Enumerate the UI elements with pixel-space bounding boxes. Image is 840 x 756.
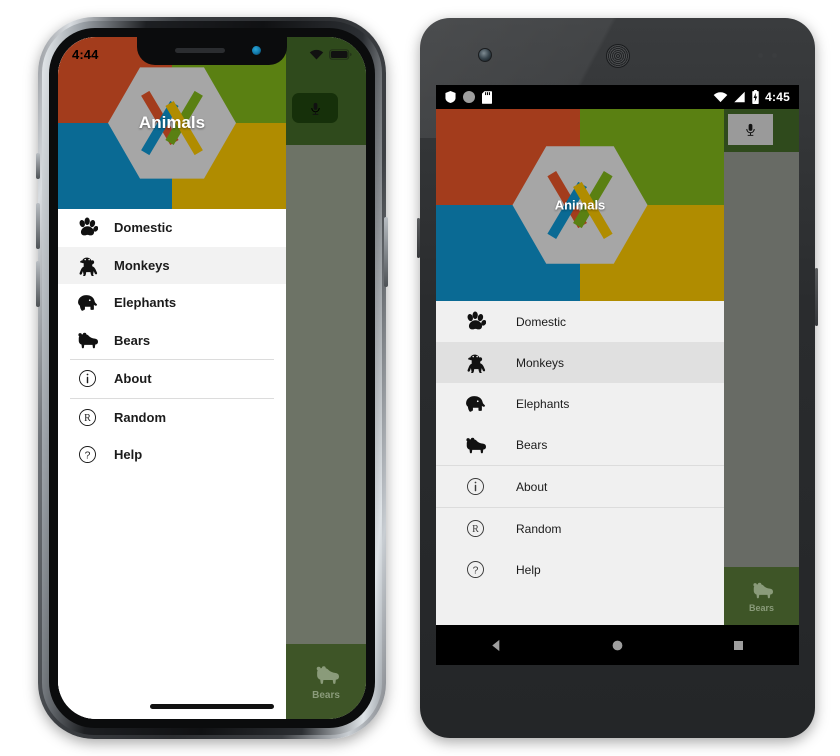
proximity-sensor-icon <box>758 53 763 58</box>
ios-content-strip: Bears <box>286 37 366 719</box>
ios-volume-down-button[interactable] <box>36 261 40 307</box>
r-circle-icon <box>72 406 102 428</box>
menu-item-domestic[interactable]: Domestic <box>58 209 286 247</box>
bear-icon <box>72 329 102 351</box>
question-circle-icon <box>458 558 492 582</box>
menu-item-about[interactable]: About <box>436 466 724 507</box>
bear-icon <box>458 433 492 457</box>
paw-icon <box>72 217 102 239</box>
android-device: 4:45 Animals Domestic Monkeys Elephants … <box>417 18 818 738</box>
menu-item-about[interactable]: About <box>58 360 286 398</box>
ios-mute-switch[interactable] <box>36 153 40 179</box>
android-volume-button[interactable] <box>417 218 420 258</box>
tab-label: Bears <box>312 690 340 701</box>
ios-app-body: Animals Domestic Monkeys Elephants Bears… <box>58 37 366 719</box>
ios-drawer-scrim[interactable] <box>286 145 366 644</box>
menu-item-bears[interactable]: Bears <box>58 321 286 359</box>
android-status-bar: 4:45 <box>436 85 799 109</box>
menu-item-label: Help <box>114 447 143 463</box>
ios-menu-list: Domestic Monkeys Elephants Bears About R… <box>58 209 286 474</box>
menu-item-label: Help <box>516 562 541 577</box>
microphone-icon[interactable] <box>292 93 338 123</box>
android-app-body: Animals Domestic Monkeys Elephants Bears… <box>436 109 799 625</box>
r-circle-icon <box>458 517 492 541</box>
square-recents-icon[interactable] <box>731 638 746 653</box>
ios-power-button[interactable] <box>384 217 388 287</box>
triangle-back-icon[interactable] <box>489 638 504 653</box>
menu-item-bears[interactable]: Bears <box>436 424 724 465</box>
circle-icon <box>463 91 475 103</box>
tab-label: Bears <box>748 603 775 613</box>
menu-item-help[interactable]: Help <box>58 436 286 474</box>
signal-icon <box>733 91 746 103</box>
menu-item-monkeys[interactable]: Monkeys <box>436 342 724 383</box>
menu-item-random[interactable]: Random <box>436 508 724 549</box>
android-menu-list: Domestic Monkeys Elephants Bears About R… <box>436 301 724 590</box>
sd-card-icon <box>482 91 492 104</box>
menu-item-label: About <box>114 371 152 387</box>
earpiece-speaker-icon <box>605 44 630 68</box>
android-drawer-header: Animals <box>436 109 724 301</box>
ios-device: Animals Domestic Monkeys Elephants Bears… <box>36 17 388 739</box>
menu-item-elephants[interactable]: Elephants <box>58 284 286 322</box>
android-drawer-scrim[interactable] <box>724 152 799 567</box>
home-indicator[interactable] <box>150 704 274 709</box>
bear-icon <box>751 579 773 601</box>
menu-item-label: Bears <box>516 437 548 452</box>
circle-home-icon[interactable] <box>610 638 625 653</box>
screenshot-stage: Animals Domestic Monkeys Elephants Bears… <box>0 0 840 756</box>
drawer-title: Animals <box>138 113 206 132</box>
shield-icon <box>445 91 456 103</box>
drawer-title: Animals <box>554 197 606 213</box>
ios-navigation-drawer: Animals Domestic Monkeys Elephants Bears… <box>58 37 286 719</box>
ambient-light-sensor-icon <box>772 53 777 58</box>
android-power-button[interactable] <box>815 268 818 326</box>
ios-volume-up-button[interactable] <box>36 203 40 249</box>
android-status-time: 4:45 <box>765 90 790 104</box>
menu-item-label: Monkeys <box>114 257 170 273</box>
menu-item-label: Bears <box>114 332 151 348</box>
menu-item-label: Elephants <box>516 396 570 411</box>
android-app-root: Animals Domestic Monkeys Elephants Bears… <box>436 109 799 625</box>
android-navigation-drawer: Animals Domestic Monkeys Elephants Bears… <box>436 109 724 625</box>
android-content-strip: Bears <box>724 109 799 625</box>
bear-icon <box>314 662 339 687</box>
ios-screen: Animals Domestic Monkeys Elephants Bears… <box>58 37 366 719</box>
menu-item-label: Domestic <box>516 314 567 329</box>
menu-item-elephants[interactable]: Elephants <box>436 383 724 424</box>
menu-item-help[interactable]: Help <box>436 549 724 590</box>
menu-item-label: Random <box>516 521 562 536</box>
elephant-icon <box>72 292 102 314</box>
ios-notch <box>137 37 287 65</box>
paw-icon <box>458 310 492 334</box>
wifi-icon <box>713 91 728 103</box>
menu-item-domestic[interactable]: Domestic <box>436 301 724 342</box>
front-camera-icon <box>478 48 492 62</box>
menu-item-label: About <box>516 479 548 494</box>
info-circle-icon <box>458 475 492 499</box>
ios-content-toolbar <box>286 37 366 145</box>
question-circle-icon <box>72 444 102 466</box>
menu-item-label: Random <box>114 409 166 425</box>
monkey-icon <box>458 351 492 375</box>
menu-item-label: Elephants <box>114 295 177 311</box>
menu-item-monkeys[interactable]: Monkeys <box>58 246 286 284</box>
android-navigation-bar <box>436 625 799 665</box>
menu-item-label: Monkeys <box>516 355 565 370</box>
ios-tab-bears[interactable]: Bears <box>286 644 366 719</box>
monkey-icon <box>72 254 102 276</box>
android-screen: 4:45 Animals Domestic Monkeys Elephants … <box>436 85 799 665</box>
microphone-icon[interactable] <box>728 114 773 145</box>
ios-app-root: Animals Domestic Monkeys Elephants Bears… <box>58 37 366 719</box>
menu-item-label: Domestic <box>114 220 173 236</box>
battery-charging-icon <box>751 90 760 104</box>
android-tab-bears[interactable]: Bears <box>724 567 799 625</box>
elephant-icon <box>458 392 492 416</box>
front-camera-icon <box>252 46 261 55</box>
earpiece-speaker-icon <box>175 48 225 53</box>
menu-item-random[interactable]: Random <box>58 398 286 436</box>
info-circle-icon <box>72 368 102 390</box>
